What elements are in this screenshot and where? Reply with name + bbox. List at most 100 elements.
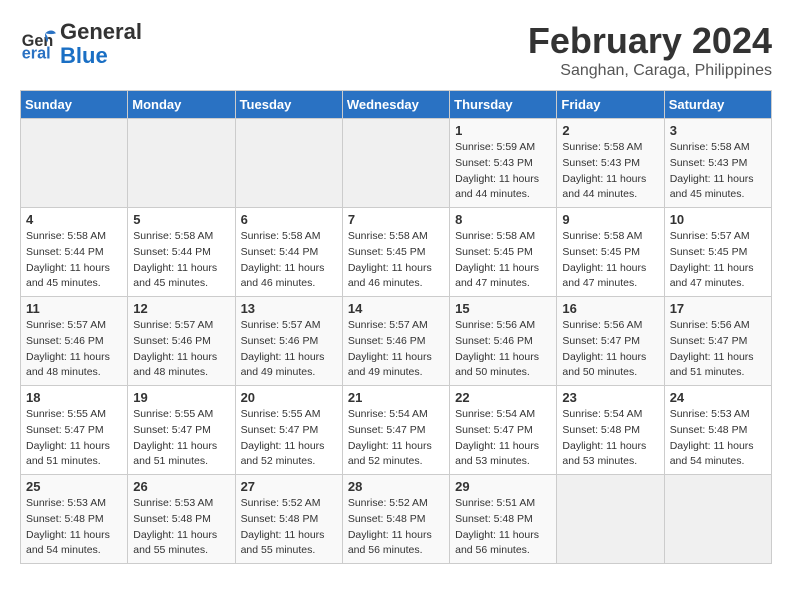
day-number: 28 (348, 479, 444, 494)
day-number: 13 (241, 301, 337, 316)
calendar-cell: 14 Sunrise: 5:57 AMSunset: 5:46 PMDayligh… (342, 297, 449, 386)
day-info: Sunrise: 5:52 AMSunset: 5:48 PMDaylight:… (241, 496, 337, 559)
calendar-cell: 16 Sunrise: 5:56 AMSunset: 5:47 PMDayligh… (557, 297, 664, 386)
day-number: 8 (455, 212, 551, 227)
day-info: Sunrise: 5:53 AMSunset: 5:48 PMDaylight:… (26, 496, 122, 559)
day-number: 1 (455, 123, 551, 138)
day-header-saturday: Saturday (664, 91, 771, 119)
day-number: 18 (26, 390, 122, 405)
day-info: Sunrise: 5:57 AMSunset: 5:46 PMDaylight:… (348, 318, 444, 381)
day-number: 6 (241, 212, 337, 227)
calendar-cell: 13 Sunrise: 5:57 AMSunset: 5:46 PMDayligh… (235, 297, 342, 386)
day-info: Sunrise: 5:54 AMSunset: 5:48 PMDaylight:… (562, 407, 658, 470)
day-info: Sunrise: 5:57 AMSunset: 5:45 PMDaylight:… (670, 229, 766, 292)
day-info: Sunrise: 5:58 AMSunset: 5:43 PMDaylight:… (562, 140, 658, 203)
day-header-sunday: Sunday (21, 91, 128, 119)
calendar-cell: 8Sunrise: 5:58 AMSunset: 5:45 PMDaylight… (450, 208, 557, 297)
day-number: 12 (133, 301, 229, 316)
day-info: Sunrise: 5:58 AMSunset: 5:43 PMDaylight:… (670, 140, 766, 203)
day-info: Sunrise: 5:53 AMSunset: 5:48 PMDaylight:… (133, 496, 229, 559)
day-info: Sunrise: 5:52 AMSunset: 5:48 PMDaylight:… (348, 496, 444, 559)
day-header-tuesday: Tuesday (235, 91, 342, 119)
calendar-cell (235, 119, 342, 208)
day-info: Sunrise: 5:54 AMSunset: 5:47 PMDaylight:… (348, 407, 444, 470)
calendar-cell: 6Sunrise: 5:58 AMSunset: 5:44 PMDaylight… (235, 208, 342, 297)
calendar-cell: 15Sunrise: 5:56 AMSunset: 5:46 PMDayligh… (450, 297, 557, 386)
calendar-cell (342, 119, 449, 208)
calendar-cell: 23 Sunrise: 5:54 AMSunset: 5:48 PMDayligh… (557, 386, 664, 475)
calendar-cell: 28 Sunrise: 5:52 AMSunset: 5:48 PMDayligh… (342, 475, 449, 564)
calendar-cell: 26 Sunrise: 5:53 AMSunset: 5:48 PMDayligh… (128, 475, 235, 564)
calendar-cell: 20 Sunrise: 5:55 AMSunset: 5:47 PMDayligh… (235, 386, 342, 475)
day-info: Sunrise: 5:58 AMSunset: 5:44 PMDaylight:… (133, 229, 229, 292)
logo: Gen eral GeneralBlue (20, 20, 142, 68)
day-number: 29 (455, 479, 551, 494)
calendar-cell: 27 Sunrise: 5:52 AMSunset: 5:48 PMDayligh… (235, 475, 342, 564)
day-number: 9 (562, 212, 658, 227)
day-info: Sunrise: 5:55 AMSunset: 5:47 PMDaylight:… (133, 407, 229, 470)
day-info: Sunrise: 5:51 AMSunset: 5:48 PMDaylight:… (455, 496, 551, 559)
day-info: Sunrise: 5:57 AMSunset: 5:46 PMDaylight:… (241, 318, 337, 381)
calendar-cell: 9 Sunrise: 5:58 AMSunset: 5:45 PMDaylight… (557, 208, 664, 297)
svg-text:eral: eral (22, 45, 51, 63)
day-number: 17 (670, 301, 766, 316)
day-info: Sunrise: 5:53 AMSunset: 5:48 PMDaylight:… (670, 407, 766, 470)
day-header-friday: Friday (557, 91, 664, 119)
day-number: 3 (670, 123, 766, 138)
calendar-cell: 21 Sunrise: 5:54 AMSunset: 5:47 PMDayligh… (342, 386, 449, 475)
day-header-wednesday: Wednesday (342, 91, 449, 119)
day-number: 14 (348, 301, 444, 316)
calendar-cell: 24 Sunrise: 5:53 AMSunset: 5:48 PMDayligh… (664, 386, 771, 475)
calendar-cell (128, 119, 235, 208)
calendar-cell (664, 475, 771, 564)
sub-title: Sanghan, Caraga, Philippines (528, 62, 772, 80)
calendar-cell: 29 Sunrise: 5:51 AMSunset: 5:48 PMDayligh… (450, 475, 557, 564)
day-number: 22 (455, 390, 551, 405)
day-info: Sunrise: 5:56 AMSunset: 5:46 PMDaylight:… (455, 318, 551, 381)
day-number: 20 (241, 390, 337, 405)
day-number: 23 (562, 390, 658, 405)
calendar-cell: 22Sunrise: 5:54 AMSunset: 5:47 PMDayligh… (450, 386, 557, 475)
day-number: 19 (133, 390, 229, 405)
day-number: 2 (562, 123, 658, 138)
logo-icon: Gen eral (20, 26, 56, 62)
calendar-cell: 12 Sunrise: 5:57 AMSunset: 5:46 PMDayligh… (128, 297, 235, 386)
day-number: 16 (562, 301, 658, 316)
day-number: 27 (241, 479, 337, 494)
logo-text: GeneralBlue (60, 20, 142, 68)
calendar-cell: 18 Sunrise: 5:55 AMSunset: 5:47 PMDayligh… (21, 386, 128, 475)
calendar-cell: 10Sunrise: 5:57 AMSunset: 5:45 PMDayligh… (664, 208, 771, 297)
day-number: 26 (133, 479, 229, 494)
calendar-cell: 4Sunrise: 5:58 AMSunset: 5:44 PMDaylight… (21, 208, 128, 297)
day-info: Sunrise: 5:56 AMSunset: 5:47 PMDaylight:… (562, 318, 658, 381)
calendar-cell: 7Sunrise: 5:58 AMSunset: 5:45 PMDaylight… (342, 208, 449, 297)
day-info: Sunrise: 5:59 AMSunset: 5:43 PMDaylight:… (455, 140, 551, 203)
calendar-cell: 19 Sunrise: 5:55 AMSunset: 5:47 PMDayligh… (128, 386, 235, 475)
calendar-cell (21, 119, 128, 208)
day-info: Sunrise: 5:58 AMSunset: 5:45 PMDaylight:… (562, 229, 658, 292)
week-row-5: 25Sunrise: 5:53 AMSunset: 5:48 PMDayligh… (21, 475, 772, 564)
day-number: 11 (26, 301, 122, 316)
week-row-2: 4Sunrise: 5:58 AMSunset: 5:44 PMDaylight… (21, 208, 772, 297)
week-row-1: 1 Sunrise: 5:59 AMSunset: 5:43 PMDaylight… (21, 119, 772, 208)
day-number: 21 (348, 390, 444, 405)
day-number: 5 (133, 212, 229, 227)
day-header-monday: Monday (128, 91, 235, 119)
calendar-cell: 25Sunrise: 5:53 AMSunset: 5:48 PMDayligh… (21, 475, 128, 564)
day-info: Sunrise: 5:55 AMSunset: 5:47 PMDaylight:… (241, 407, 337, 470)
calendar-cell: 5 Sunrise: 5:58 AMSunset: 5:44 PMDaylight… (128, 208, 235, 297)
calendar-cell: 11Sunrise: 5:57 AMSunset: 5:46 PMDayligh… (21, 297, 128, 386)
week-row-4: 18 Sunrise: 5:55 AMSunset: 5:47 PMDayligh… (21, 386, 772, 475)
calendar-cell: 1 Sunrise: 5:59 AMSunset: 5:43 PMDaylight… (450, 119, 557, 208)
calendar-cell (557, 475, 664, 564)
calendar-cell: 3 Sunrise: 5:58 AMSunset: 5:43 PMDaylight… (664, 119, 771, 208)
day-info: Sunrise: 5:57 AMSunset: 5:46 PMDaylight:… (133, 318, 229, 381)
calendar-cell: 2 Sunrise: 5:58 AMSunset: 5:43 PMDaylight… (557, 119, 664, 208)
title-area: February 2024 Sanghan, Caraga, Philippin… (528, 20, 772, 80)
day-number: 7 (348, 212, 444, 227)
calendar-cell: 17Sunrise: 5:56 AMSunset: 5:47 PMDayligh… (664, 297, 771, 386)
day-number: 24 (670, 390, 766, 405)
main-title: February 2024 (528, 20, 772, 62)
day-info: Sunrise: 5:55 AMSunset: 5:47 PMDaylight:… (26, 407, 122, 470)
days-header-row: SundayMondayTuesdayWednesdayThursdayFrid… (21, 91, 772, 119)
